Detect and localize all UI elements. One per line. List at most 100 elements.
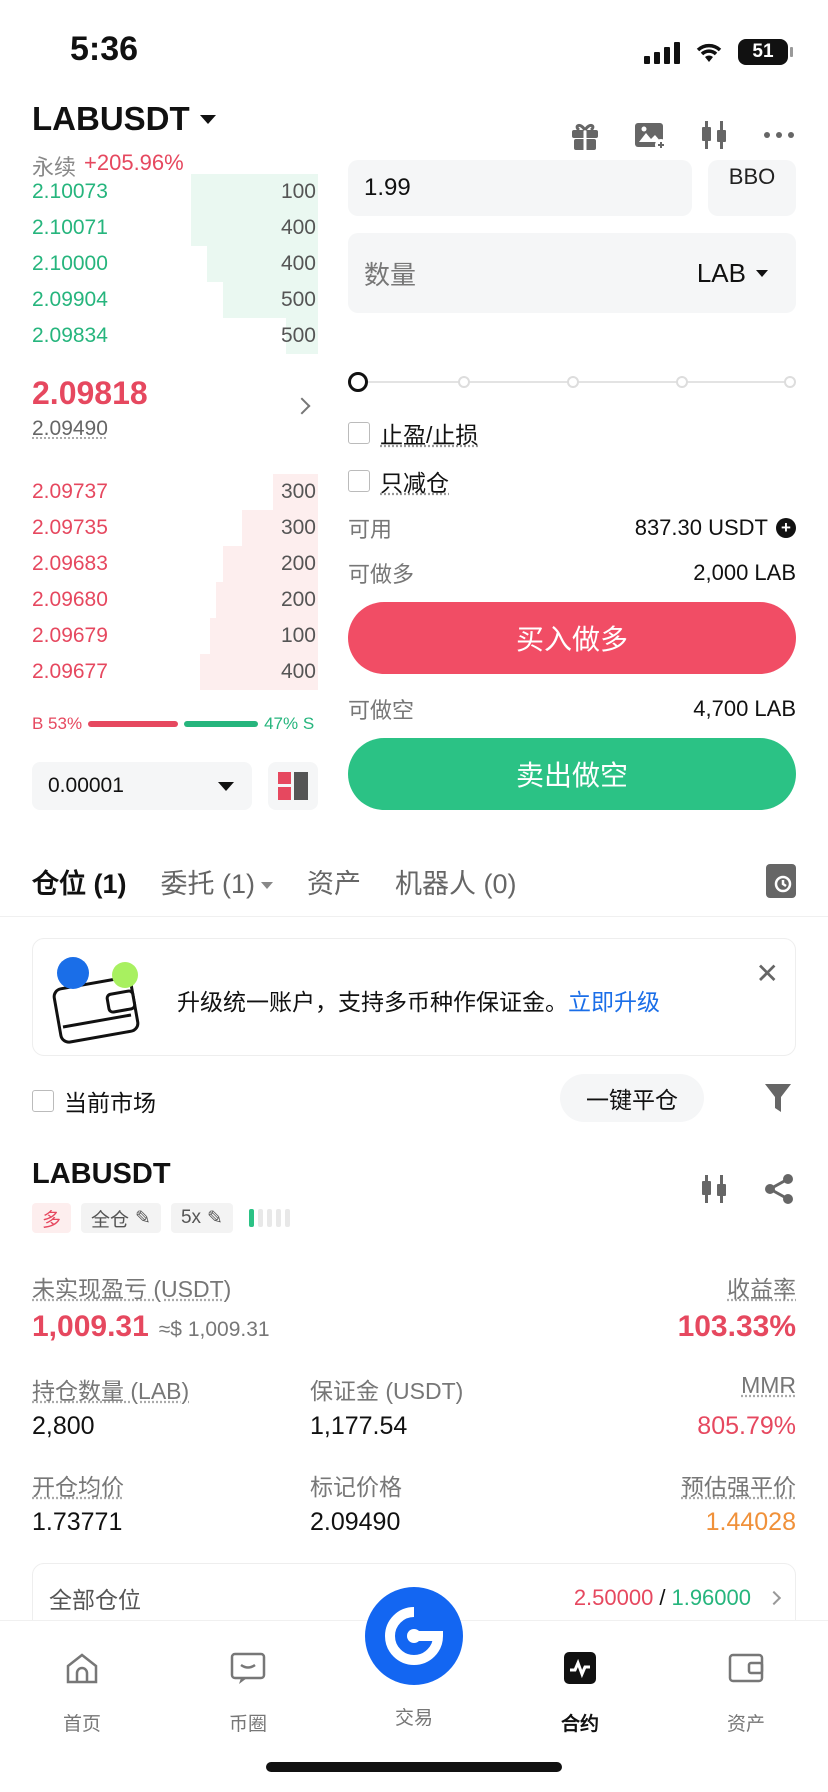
image-icon[interactable] [632, 118, 668, 152]
bid-qty: 400 [280, 216, 316, 239]
unrealized-pnl-label: 未实现盈亏 (USDT) [32, 1276, 232, 1302]
nav-trade-label: 交易 [394, 1708, 433, 1729]
banner-text: 升级统一账户，支持多币种作保证金。立即升级 [177, 983, 660, 1017]
plus-icon[interactable]: + [776, 518, 796, 538]
share-icon[interactable] [762, 1172, 796, 1206]
quantity-unit-select[interactable]: LAB [697, 258, 768, 289]
liq-price-label: 预估强平价 [681, 1474, 796, 1500]
risk-meter [248, 1209, 290, 1227]
nav-futures[interactable]: 合约 [530, 1651, 630, 1736]
trade-fab-button[interactable] [365, 1587, 463, 1685]
ask-price: 2.09737 [32, 480, 108, 503]
reduce-only-checkbox[interactable]: 只减仓 [348, 464, 449, 498]
slider-step[interactable] [567, 376, 579, 388]
close-all-button[interactable]: 一键平仓 [560, 1074, 704, 1122]
orderbook-row[interactable]: 2.09677 400 [0, 654, 318, 690]
liq-price-value: 1.44028 [705, 1508, 796, 1536]
margin-mode-tag[interactable]: 全仓 ✎ [81, 1203, 161, 1233]
banner-message: 升级统一账户，支持多币种作保证金。 [177, 989, 568, 1015]
layout-icon [278, 772, 308, 800]
symbol-selector[interactable]: LABUSDT [32, 100, 216, 138]
buy-long-button[interactable]: 买入做多 [348, 602, 796, 674]
orderbook-layout-button[interactable] [268, 762, 318, 810]
orderbook-row[interactable]: 2.10073 100 [0, 174, 318, 210]
tab-bots[interactable]: 机器人 (0) [395, 862, 517, 901]
available-value: 837.30 USDT [634, 515, 768, 540]
bid-price: 2.09834 [32, 324, 108, 347]
quantity-slider[interactable] [348, 372, 796, 392]
orderbook-row[interactable]: 2.09834 500 [0, 318, 318, 354]
mmr-label: MMR [741, 1372, 796, 1398]
quantity-unit: LAB [696, 257, 746, 288]
leverage: 5x [180, 1207, 202, 1228]
orderbook-row[interactable]: 2.09680 200 [0, 582, 318, 618]
slider-step[interactable] [676, 376, 688, 388]
ask-qty: 200 [280, 552, 316, 575]
ask-qty: 300 [280, 516, 316, 539]
orderbook-row[interactable]: 2.09679 100 [0, 618, 318, 654]
bbo-button[interactable]: BBO [708, 160, 796, 216]
leverage-tag[interactable]: 5x ✎ [170, 1203, 233, 1233]
orderbook-row[interactable]: 2.09683 200 [0, 546, 318, 582]
ask-price: 2.09735 [32, 516, 108, 539]
tp-sl-checkbox[interactable]: 止盈/止损 [348, 416, 478, 450]
sl-price: 1.96000 [671, 1585, 751, 1610]
bid-price: 2.10073 [32, 180, 108, 203]
chevron-down-icon [218, 781, 234, 791]
margin-value: 1,177.54 [310, 1412, 408, 1440]
ask-price: 2.09683 [32, 552, 108, 575]
checkbox-box[interactable] [348, 470, 370, 492]
can-short-row: 可做空 4,700 LAB [348, 693, 796, 725]
slider-step[interactable] [784, 376, 796, 388]
orderbook-row[interactable]: 2.09904 500 [0, 282, 318, 318]
orderbook-row[interactable]: 2.09735 300 [0, 510, 318, 546]
tab-assets[interactable]: 资产 [307, 862, 361, 901]
more-icon[interactable] [762, 118, 796, 152]
sell-short-button[interactable]: 卖出做空 [348, 738, 796, 810]
available-label: 可用 [348, 517, 393, 542]
mark-price: 2.09490 [32, 417, 108, 440]
size-label: 持仓数量 (LAB) [32, 1378, 190, 1404]
bid-qty: 500 [280, 324, 316, 347]
tab-positions[interactable]: 仓位 (1) [32, 862, 127, 901]
tab-orders[interactable]: 委托 (1) [161, 862, 273, 901]
close-icon[interactable]: ✕ [756, 957, 779, 990]
margin-mode: 全仓 [91, 1209, 130, 1231]
entry-price-label: 开仓均价 [32, 1474, 124, 1500]
quantity-input[interactable]: 数量 LAB [348, 233, 796, 313]
mark-price-label: 标记价格 [310, 1474, 402, 1500]
home-icon [66, 1653, 98, 1684]
orderbook-row[interactable]: 2.10000 400 [0, 246, 318, 282]
nav-home[interactable]: 首页 [32, 1651, 132, 1736]
ask-qty: 200 [280, 588, 316, 611]
filter-icon[interactable] [764, 1082, 792, 1114]
current-market-checkbox[interactable]: 当前市场 [32, 1084, 156, 1118]
sell-ratio-bar [184, 721, 259, 727]
ask-qty: 400 [280, 660, 316, 683]
history-doc-icon[interactable] [766, 864, 796, 898]
candlestick-icon[interactable] [698, 118, 732, 152]
chevron-right-icon[interactable] [293, 397, 311, 415]
tick-size-select[interactable]: 0.00001 [32, 762, 252, 810]
can-long-label: 可做多 [348, 562, 415, 587]
tp-sl-values: 2.50000 / 1.96000 [574, 1585, 782, 1611]
nav-circle[interactable]: 币圈 [198, 1651, 298, 1736]
unrealized-pnl: 1,009.31 [32, 1310, 149, 1343]
checkbox-box[interactable] [348, 422, 370, 444]
checkbox-box[interactable] [32, 1090, 54, 1112]
orderbook-row[interactable]: 2.10071 400 [0, 210, 318, 246]
mark-price-value: 2.09490 [310, 1508, 401, 1536]
candlestick-icon[interactable] [698, 1172, 732, 1206]
nav-home-label: 首页 [62, 1714, 101, 1735]
sell-ratio: 47% S [264, 714, 315, 733]
unrealized-pnl-usd: ≈$ 1,009.31 [158, 1318, 270, 1341]
slider-handle[interactable] [348, 372, 368, 392]
price-input[interactable]: 1.99 [348, 160, 692, 216]
upgrade-banner[interactable]: 升级统一账户，支持多币种作保证金。立即升级 ✕ [32, 938, 796, 1056]
nav-assets[interactable]: 资产 [696, 1651, 796, 1736]
upgrade-link[interactable]: 立即升级 [568, 989, 660, 1015]
slider-step[interactable] [458, 376, 470, 388]
orderbook-row[interactable]: 2.09737 300 [0, 474, 318, 510]
gift-icon[interactable] [568, 118, 602, 152]
ask-qty: 300 [280, 480, 316, 503]
